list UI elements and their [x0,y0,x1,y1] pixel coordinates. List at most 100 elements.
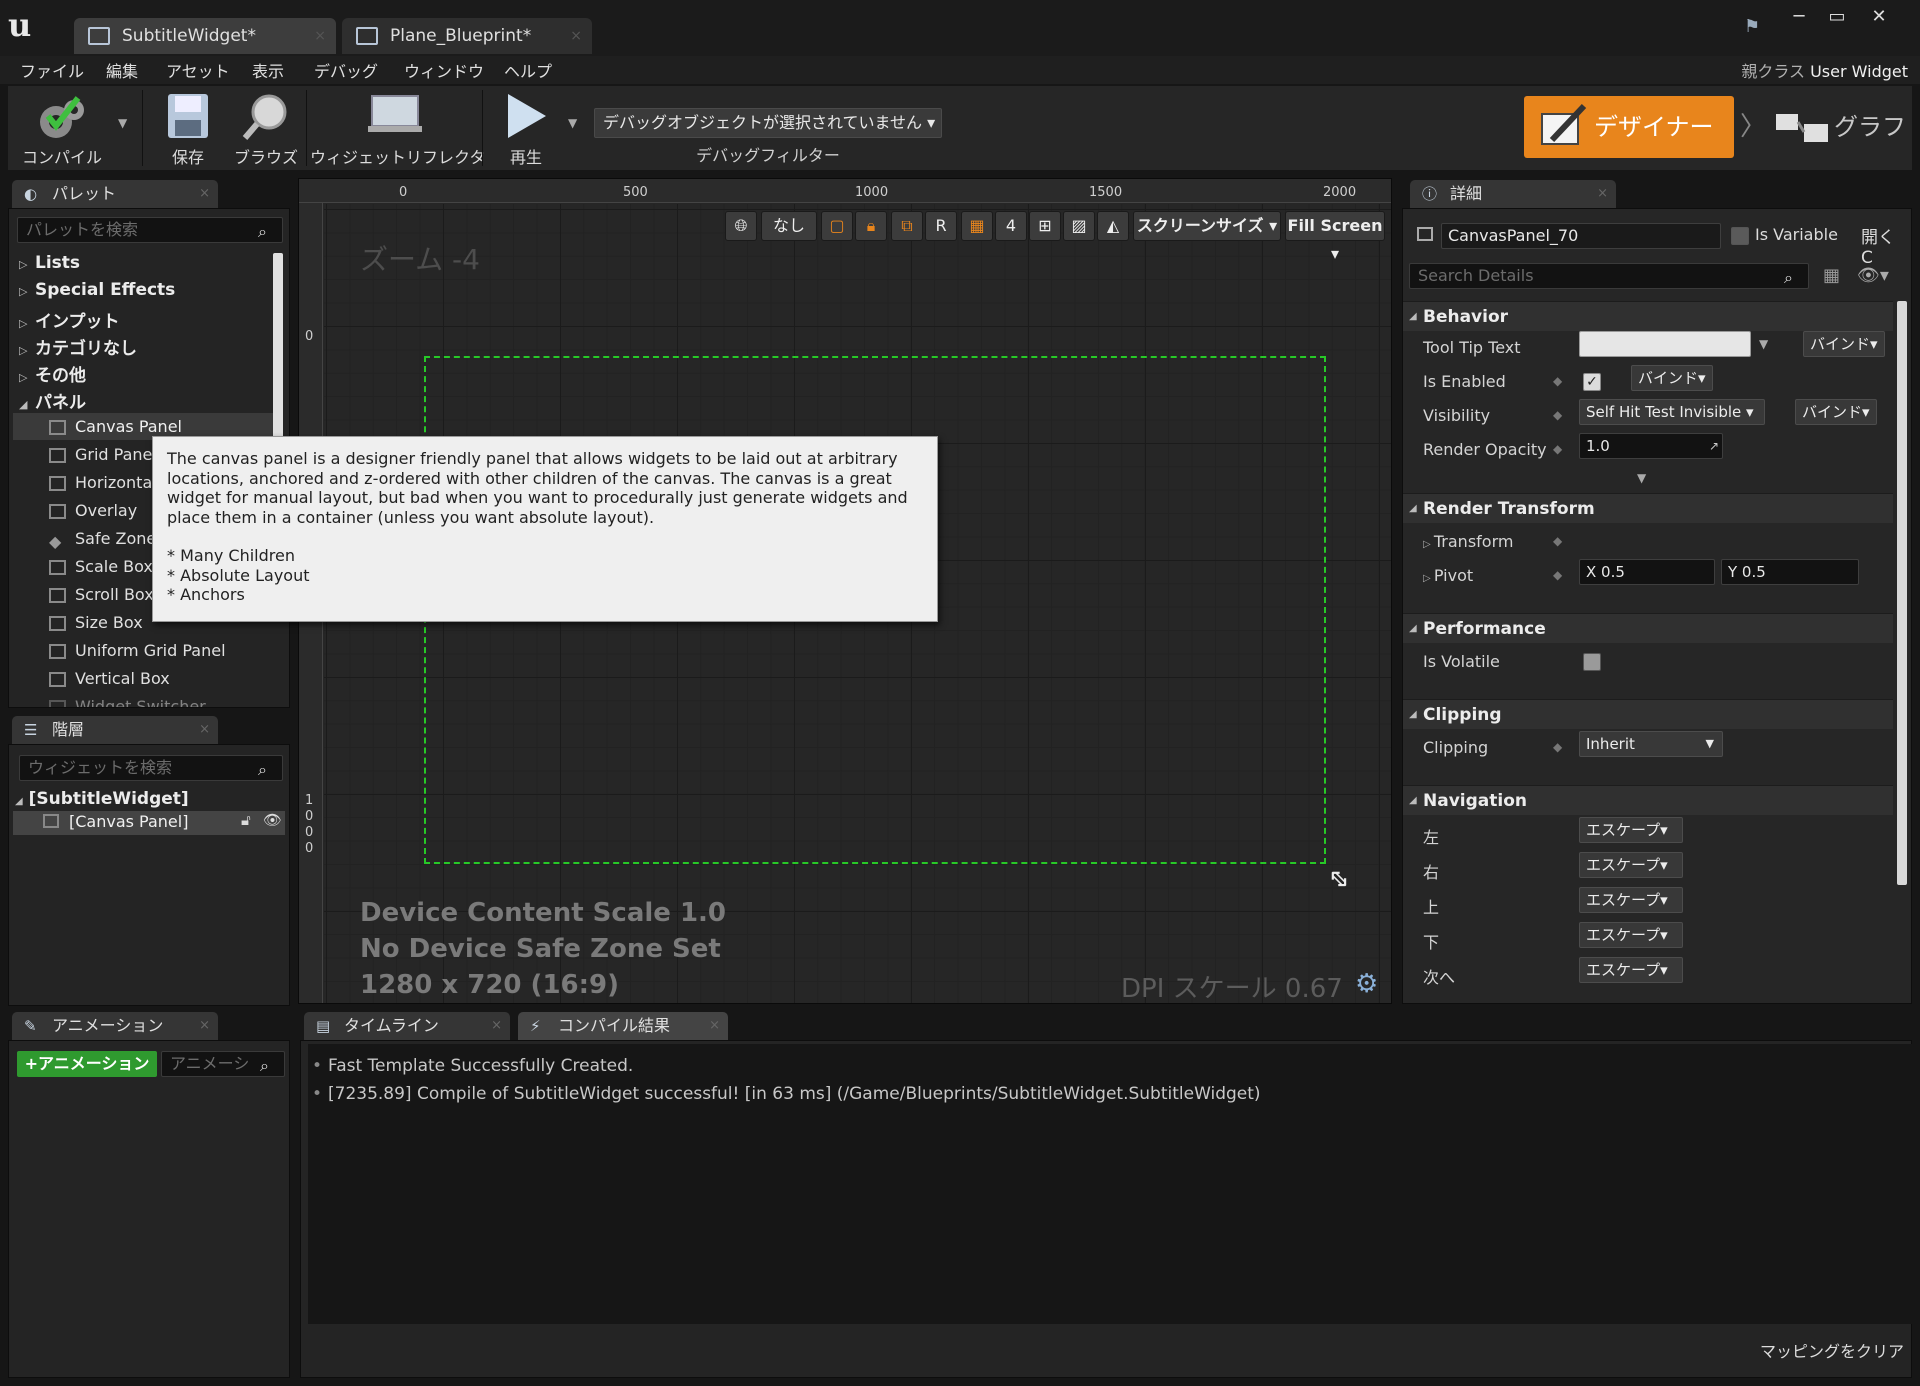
view-options-eye-icon[interactable]: 👁︎▾ [1857,265,1889,286]
pin-icon[interactable]: ◆ [1553,374,1562,388]
clear-mapping-button[interactable]: マッピングをクリア [1760,1338,1904,1362]
eye-icon[interactable]: 👁︎ [263,811,282,829]
slider-drag-icon[interactable]: ↗ [1709,439,1719,453]
browse-button[interactable]: ブラウズ [226,86,306,170]
tab-palette[interactable]: ◐ パレット × [12,180,218,208]
menu-debug[interactable]: デバッグ [314,58,378,82]
tab-hierarchy[interactable]: ☰ 階層 × [12,716,218,744]
pivot-x-input[interactable]: X 0.5 [1579,559,1715,585]
details-search-input[interactable]: Search Details ⌕ [1409,263,1809,289]
menu-file[interactable]: ファイル [20,58,84,82]
tab-details[interactable]: ⓘ 詳細 × [1410,180,1616,208]
grid-snap-icon[interactable]: ▦ [961,211,993,241]
category-lists[interactable]: ▷ Lists [19,253,80,273]
palette-item-grid-panel[interactable]: Grid Panel [49,445,157,464]
section-performance[interactable]: ◢ Performance [1403,613,1893,643]
tool-tip-text-input[interactable] [1579,331,1751,357]
category-panel[interactable]: ◢ パネル [19,388,86,413]
gear-icon[interactable]: ⚙ [1355,969,1378,999]
graph-mode-button[interactable]: グラフ [1766,96,1916,158]
palette-item-canvas-panel[interactable]: Canvas Panel [49,417,182,436]
pin-icon[interactable]: ◆ [1553,568,1562,582]
palette-item-safe-zone[interactable]: ◆ Safe Zone [49,529,156,551]
nav-down-dropdown[interactable]: エスケープ▾ [1579,922,1683,948]
palette-item-horizontal-box[interactable]: Horizontal [49,473,157,492]
menu-help[interactable]: ヘルプ [504,58,552,82]
lock-icon[interactable]: 🔒︎ [855,211,887,241]
visibility-dropdown[interactable]: Self Hit Test Invisible ▾ [1579,399,1765,425]
clipping-dropdown[interactable]: Inherit ▼ [1579,731,1723,757]
tab-timeline[interactable]: ▤ タイムライン × [304,1012,510,1040]
close-icon[interactable]: × [709,1012,720,1040]
palette-item-overlay[interactable]: Overlay [49,501,137,520]
nav-up-dropdown[interactable]: エスケープ▾ [1579,887,1683,913]
category-misc[interactable]: ▷ その他 [19,361,86,386]
parent-class-value[interactable]: User Widget [1810,62,1908,81]
is-enabled-checkbox[interactable]: ✓ [1583,373,1601,391]
category-special-effects[interactable]: ▷ Special Effects [19,280,175,300]
pin-icon[interactable]: ◆ [1553,408,1562,422]
is-volatile-checkbox[interactable] [1583,653,1601,671]
render-opacity-input[interactable]: 1.0 [1579,433,1723,459]
resize-handle-icon[interactable]: ⇔ [1321,861,1358,898]
fill-screen-dropdown[interactable]: Fill Screen ▾ [1285,211,1385,263]
menu-asset[interactable]: アセット [166,58,230,82]
section-navigation[interactable]: ◢ Navigation [1403,785,1893,815]
palette-item-size-box[interactable]: Size Box [49,613,143,632]
close-icon[interactable]: × [491,1012,502,1040]
pin-icon[interactable]: ◆ [1553,740,1562,754]
is-variable-checkbox[interactable] [1731,227,1749,245]
section-clipping[interactable]: ◢ Clipping [1403,699,1893,729]
close-icon[interactable]: × [199,1012,210,1040]
compile-button[interactable]: コンパイル [12,86,112,170]
tab-animation[interactable]: ✎ アニメーション × [12,1012,218,1040]
play-button[interactable]: 再生 [486,86,566,170]
palette-item-uniform-grid-panel[interactable]: Uniform Grid Panel [49,641,226,660]
widget-reflector-button[interactable]: ウィジェットリフレクタ [310,86,485,170]
screen-size-dropdown[interactable]: スクリーンサイズ ▾ [1133,211,1281,241]
maximize-button[interactable]: ▭ [1818,4,1856,30]
nav-right-dropdown[interactable]: エスケープ▾ [1579,852,1683,878]
respect-locks-icon[interactable]: ⧉ [891,211,923,241]
add-animation-button[interactable]: +アニメーション [17,1051,157,1077]
tab-subtitlewidget[interactable]: SubtitleWidget* × [74,18,336,54]
palette-search-input[interactable]: パレットを検索 ⌕ [17,217,283,243]
compile-options-arrow-icon[interactable]: ▼ [118,116,127,130]
lock-icon[interactable]: 🔓︎ [241,811,251,829]
pivot-label[interactable]: ▷ Pivot [1423,566,1473,585]
palette-item-vertical-box[interactable]: Vertical Box [49,669,170,688]
palette-item-scroll-box[interactable]: Scroll Box [49,585,154,604]
debug-object-select[interactable]: デバッグオブジェクトが選択されていません ▾ [594,108,942,138]
close-window-button[interactable]: ✕ [1860,4,1898,30]
is-enabled-bind-button[interactable]: バインド▾ [1631,365,1713,391]
close-icon[interactable]: × [314,18,326,54]
tab-compile-results[interactable]: ⚡ コンパイル結果 × [518,1012,728,1040]
save-button[interactable]: 保存 [150,86,226,170]
close-icon[interactable]: × [1597,180,1608,208]
pin-icon[interactable]: ◆ [1553,534,1562,548]
nav-next-dropdown[interactable]: エスケープ▾ [1579,957,1683,983]
chevron-down-icon[interactable]: ▼ [1759,337,1768,351]
category-input[interactable]: ▷ インプット [19,307,120,332]
close-icon[interactable]: × [199,716,210,744]
tab-plane-blueprint[interactable]: Plane_Blueprint* × [342,18,592,54]
section-render-transform[interactable]: ◢ Render Transform [1403,493,1893,523]
transform-label[interactable]: ▷ Transform [1423,532,1513,551]
close-icon[interactable]: × [570,18,582,54]
zoom-to-fit-icon[interactable]: ⊞ [1029,211,1061,241]
palette-item-scale-box[interactable]: Scale Box [49,557,153,576]
animation-search-input[interactable]: アニメーシ ⌕ [161,1051,285,1077]
section-behavior[interactable]: ◢ Behavior [1403,301,1893,331]
grid-size-button[interactable]: 4 [995,211,1027,241]
nav-left-dropdown[interactable]: エスケープ▾ [1579,817,1683,843]
category-uncategorized[interactable]: ▷ カテゴリなし [19,334,137,359]
palette-item-widget-switcher[interactable]: Widget Switcher [49,697,206,707]
close-icon[interactable]: × [199,180,210,208]
flip-layout-icon[interactable]: ◭ [1097,211,1129,241]
menu-view[interactable]: 表示 [252,58,284,82]
designer-mode-button[interactable]: デザイナー [1524,96,1734,158]
localization-preview-button[interactable]: なし [761,211,817,241]
play-options-arrow-icon[interactable]: ▼ [568,116,577,130]
widget-name-input[interactable]: CanvasPanel_70 [1441,223,1721,249]
world-space-icon[interactable]: 🌐︎ [725,211,757,241]
